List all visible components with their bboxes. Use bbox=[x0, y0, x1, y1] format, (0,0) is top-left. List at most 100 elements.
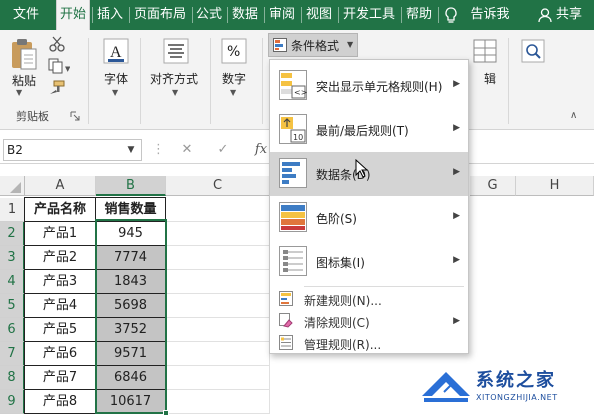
name-box[interactable]: B2 bbox=[3, 139, 142, 161]
row-header-2[interactable]: 2 bbox=[0, 222, 25, 246]
column-header-h[interactable]: H bbox=[516, 176, 594, 196]
find-icon[interactable] bbox=[520, 38, 548, 66]
table-cell-quantity[interactable]: 3752 bbox=[96, 318, 166, 342]
table-cell-product[interactable]: 产品8 bbox=[25, 390, 96, 414]
column-header-c[interactable]: C bbox=[166, 176, 270, 196]
empty-cell[interactable] bbox=[166, 318, 270, 342]
table-cell-product[interactable]: 产品1 bbox=[25, 222, 96, 246]
tab-page-layout[interactable]: 页面布局 bbox=[130, 0, 190, 30]
empty-cell[interactable] bbox=[166, 390, 270, 414]
tab-help[interactable]: 帮助 bbox=[402, 0, 436, 30]
row-header-8[interactable]: 8 bbox=[0, 366, 25, 390]
font-dropdown-icon[interactable]: ▼ bbox=[112, 88, 118, 97]
table-cell-quantity[interactable]: 5698 bbox=[96, 294, 166, 318]
empty-cell[interactable] bbox=[166, 270, 270, 294]
fill-handle[interactable] bbox=[163, 410, 169, 416]
table-cell-quantity[interactable]: 6846 bbox=[96, 366, 166, 390]
menu-item-manage-rules[interactable]: 管理规则(R)... bbox=[270, 332, 468, 354]
tell-me-box[interactable]: 告诉我 bbox=[466, 0, 514, 30]
tab-data[interactable]: 数据 bbox=[228, 0, 262, 30]
confirm-icon[interactable]: ✓ bbox=[214, 139, 232, 161]
paste-dropdown-icon[interactable]: ▼ bbox=[16, 88, 22, 97]
row-header-4[interactable]: 4 bbox=[0, 270, 25, 294]
cancel-icon[interactable]: ✕ bbox=[178, 139, 196, 161]
empty-cell[interactable] bbox=[166, 294, 270, 318]
tab-formulas[interactable]: 公式 bbox=[193, 0, 225, 30]
row-header-5[interactable]: 5 bbox=[0, 294, 25, 318]
select-all-button[interactable] bbox=[0, 176, 25, 196]
menu-item-label: 管理规则(R)... bbox=[304, 338, 382, 352]
font-icon[interactable]: A bbox=[100, 38, 132, 66]
table-cell-product[interactable]: 产品6 bbox=[25, 342, 96, 366]
table-cell-quantity[interactable]: 7774 bbox=[96, 246, 166, 270]
cells-icon[interactable] bbox=[472, 38, 500, 66]
lightbulb-icon[interactable] bbox=[444, 7, 458, 24]
table-cell-product[interactable]: 产品2 bbox=[25, 246, 96, 270]
share-button[interactable]: 共享 bbox=[556, 0, 594, 30]
conditional-formatting-button[interactable]: 条件格式 ▼ bbox=[268, 33, 358, 57]
row-header-9[interactable]: 9 bbox=[0, 390, 25, 414]
tab-review[interactable]: 审阅 bbox=[265, 0, 299, 30]
row-header-6[interactable]: 6 bbox=[0, 318, 25, 342]
insert-function-button[interactable]: fx bbox=[252, 139, 270, 161]
menu-item-icon-sets[interactable]: 图标集(I) ▶ bbox=[270, 240, 468, 284]
alignment-dropdown-icon[interactable]: ▼ bbox=[172, 88, 178, 97]
empty-cell[interactable] bbox=[166, 342, 270, 366]
editing-button[interactable]: 辑 bbox=[484, 70, 496, 87]
copy-icon[interactable]: ▼ bbox=[48, 58, 71, 74]
number-button[interactable]: 数字 bbox=[222, 70, 246, 87]
percent-icon[interactable]: % bbox=[218, 38, 250, 66]
empty-cell[interactable] bbox=[166, 246, 270, 270]
clipboard-launcher-icon[interactable] bbox=[70, 110, 80, 121]
row-header-7[interactable]: 7 bbox=[0, 342, 25, 366]
submenu-arrow-icon: ▶ bbox=[453, 79, 460, 89]
menu-item-highlight-cells-rules[interactable]: <> 突出显示单元格规则(H) ▶ bbox=[270, 64, 468, 108]
tab-file[interactable]: 文件 bbox=[6, 0, 46, 30]
font-button[interactable]: 字体 bbox=[104, 70, 128, 87]
empty-cell[interactable] bbox=[166, 198, 270, 222]
number-dropdown-icon[interactable]: ▼ bbox=[230, 88, 236, 97]
menu-item-clear-rules[interactable]: 清除规则(C) ▶ bbox=[270, 310, 468, 332]
table-cell-product[interactable]: 产品5 bbox=[25, 318, 96, 342]
user-icon[interactable] bbox=[538, 8, 552, 23]
alignment-button[interactable]: 对齐方式 bbox=[150, 70, 198, 87]
paste-button[interactable]: 粘贴 bbox=[12, 72, 36, 89]
name-box-dropdown-icon[interactable]: ▼ bbox=[124, 139, 138, 161]
table-cell-quantity[interactable]: 10617 bbox=[96, 390, 166, 414]
empty-cell[interactable] bbox=[166, 366, 270, 390]
column-header-g[interactable]: G bbox=[470, 176, 516, 196]
paste-icon[interactable] bbox=[6, 36, 40, 76]
tab-view[interactable]: 视图 bbox=[302, 0, 336, 30]
menu-item-color-scales[interactable]: 色阶(S) ▶ bbox=[270, 196, 468, 240]
table-cell-quantity[interactable]: 1843 bbox=[96, 270, 166, 294]
column-header-b[interactable]: B bbox=[96, 176, 166, 196]
table-cell-product[interactable]: 产品4 bbox=[25, 294, 96, 318]
empty-cell[interactable] bbox=[166, 222, 270, 246]
table-cell-product[interactable]: 产品3 bbox=[25, 270, 96, 294]
menu-item-top-bottom-rules[interactable]: 10 最前/最后规则(T) ▶ bbox=[270, 108, 468, 152]
tab-developer[interactable]: 开发工具 bbox=[339, 0, 399, 30]
column-header-a[interactable]: A bbox=[25, 176, 96, 196]
new-rule-icon bbox=[279, 291, 293, 306]
collapse-ribbon-icon[interactable]: ∧ bbox=[570, 110, 584, 121]
row-header-3[interactable]: 3 bbox=[0, 246, 25, 270]
format-painter-icon[interactable] bbox=[48, 80, 66, 96]
tab-insert[interactable]: 插入 bbox=[93, 0, 127, 30]
table-header-cell[interactable]: 销售数量 bbox=[96, 198, 166, 222]
table-cell-quantity[interactable]: 945 bbox=[96, 222, 166, 246]
svg-text:<>: <> bbox=[294, 88, 307, 97]
table-cell-quantity[interactable]: 9571 bbox=[96, 342, 166, 366]
conditional-formatting-menu: <> 突出显示单元格规则(H) ▶ 10 最前/最后规则(T) ▶ 数据条(D)… bbox=[269, 59, 469, 354]
conditional-formatting-label: 条件格式 bbox=[291, 39, 340, 53]
cut-icon[interactable] bbox=[48, 36, 66, 52]
menu-item-new-rule[interactable]: 新建规则(N)... bbox=[270, 288, 468, 310]
conditional-formatting-icon bbox=[273, 38, 287, 52]
table-cell-product[interactable]: 产品7 bbox=[25, 366, 96, 390]
menu-item-data-bars[interactable]: 数据条(D) ▶ bbox=[270, 152, 468, 196]
menu-item-label: 色阶(S) bbox=[316, 212, 357, 226]
table-header-cell[interactable]: 产品名称 bbox=[25, 198, 96, 222]
alignment-icon[interactable] bbox=[160, 38, 192, 66]
row-header-1[interactable]: 1 bbox=[0, 198, 25, 222]
more-options-icon: ⋮ bbox=[152, 142, 165, 157]
tab-home[interactable]: 开始 bbox=[56, 0, 90, 32]
